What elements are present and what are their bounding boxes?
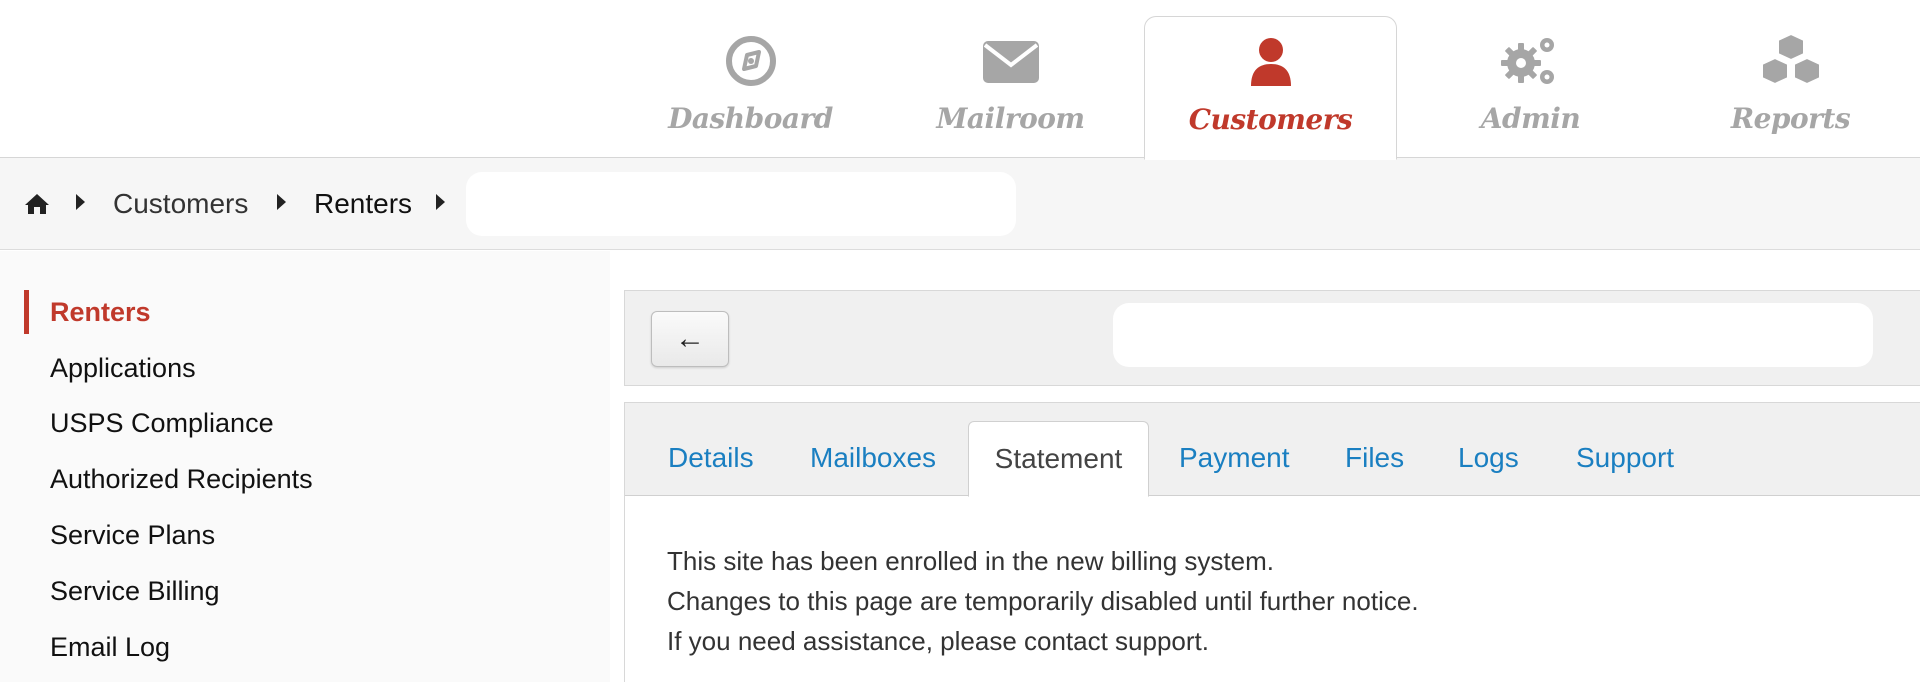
sidebar-item-service-billing[interactable]: Service Billing	[50, 571, 220, 611]
sidebar-item-email-log[interactable]: Email Log	[50, 627, 170, 667]
nav-label: Dashboard	[668, 102, 833, 135]
breadcrumb-separator	[76, 194, 85, 210]
breadcrumb-separator	[277, 194, 286, 210]
back-button[interactable]: ←	[651, 311, 729, 367]
nav-customers[interactable]: Customers	[1144, 16, 1397, 160]
sidebar-item-renters[interactable]: Renters	[50, 292, 151, 332]
compass-icon	[624, 32, 877, 90]
tab-files[interactable]: Files	[1345, 403, 1404, 496]
envelope-icon	[884, 32, 1137, 90]
nav-mailroom[interactable]: Mailroom	[884, 16, 1137, 159]
tab-statement[interactable]: Statement	[968, 421, 1149, 497]
gears-icon	[1404, 32, 1657, 90]
home-icon[interactable]	[24, 158, 50, 250]
sidebar-item-applications[interactable]: Applications	[50, 348, 196, 388]
notice-line: If you need assistance, please contact s…	[667, 626, 1210, 656]
sidebar-item-authorized-recipients[interactable]: Authorized Recipients	[50, 459, 313, 499]
toolbar: ←	[624, 290, 1920, 386]
breadcrumb: Customers Renters	[0, 158, 1920, 250]
user-icon	[1145, 33, 1396, 91]
nav-label: Admin	[1480, 102, 1581, 135]
nav-label: Reports	[1730, 102, 1851, 135]
record-search-input[interactable]	[1113, 303, 1873, 367]
tab-support[interactable]: Support	[1576, 403, 1674, 496]
nav-admin[interactable]: Admin	[1404, 16, 1657, 159]
nav-label: Mailroom	[936, 102, 1085, 135]
billing-notice: This site has been enrolled in the new b…	[667, 541, 1419, 661]
tab-details[interactable]: Details	[668, 403, 754, 496]
breadcrumb-search-input[interactable]	[466, 172, 1016, 236]
notice-line: This site has been enrolled in the new b…	[667, 546, 1274, 576]
record-tab-panel: Details Mailboxes Statement Payment File…	[624, 402, 1920, 682]
tab-payment[interactable]: Payment	[1179, 403, 1290, 496]
tab-strip: Details Mailboxes Statement Payment File…	[625, 403, 1920, 497]
nav-label: Customers	[1188, 103, 1353, 136]
breadcrumb-renters[interactable]: Renters	[314, 158, 412, 250]
notice-line: Changes to this page are temporarily dis…	[667, 586, 1419, 616]
sidebar-item-service-plans[interactable]: Service Plans	[50, 515, 215, 555]
nav-reports[interactable]: Reports	[1664, 16, 1917, 159]
tab-mailboxes[interactable]: Mailboxes	[810, 403, 936, 496]
nav-dashboard[interactable]: Dashboard	[624, 16, 877, 159]
sidebar: Renters Applications USPS Compliance Aut…	[0, 251, 610, 682]
sidebar-item-usps-compliance[interactable]: USPS Compliance	[50, 403, 274, 443]
cubes-icon	[1664, 32, 1917, 90]
tab-logs[interactable]: Logs	[1458, 403, 1519, 496]
top-navigation: Dashboard Mailroom Customers Admin Repor…	[0, 0, 1920, 160]
breadcrumb-separator	[436, 194, 445, 210]
breadcrumb-customers[interactable]: Customers	[113, 158, 248, 250]
sidebar-active-marker	[24, 290, 29, 334]
